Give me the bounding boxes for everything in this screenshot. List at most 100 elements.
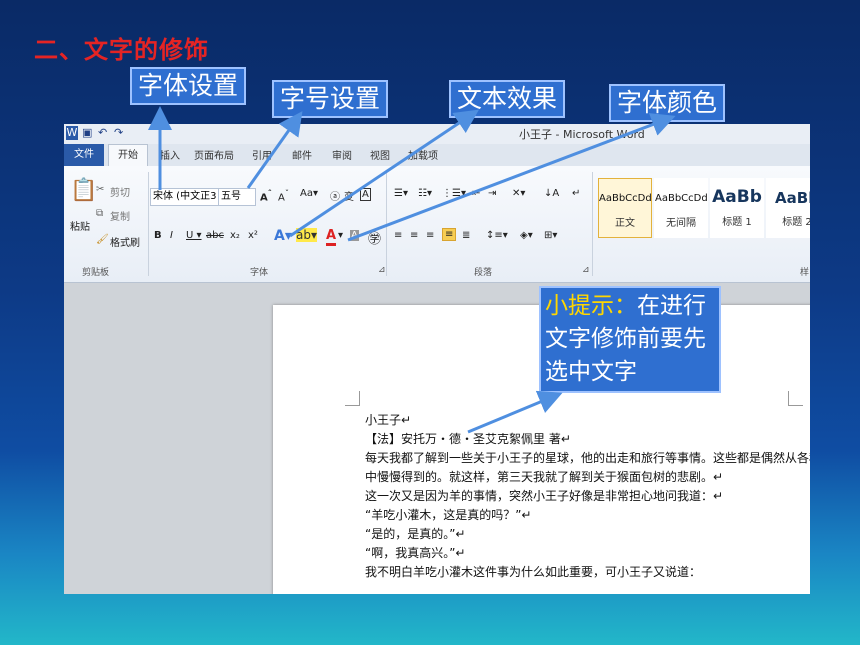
save-icon[interactable]: ▣	[82, 126, 92, 140]
shrink-font-icon[interactable]: Aˇ	[278, 188, 289, 203]
label-font-color: 字体颜色	[609, 84, 726, 122]
highlight-icon[interactable]: ab▾	[296, 228, 317, 242]
label-size-setting: 字号设置	[272, 80, 389, 118]
redo-icon[interactable]: ↷	[114, 126, 123, 140]
style-name: 无间隔	[666, 218, 696, 229]
style-preview: AaBbCcDd	[599, 193, 652, 204]
justify-icon[interactable]: ≡	[442, 228, 457, 241]
font-name-select[interactable]: 宋体 (中文正3	[150, 188, 220, 206]
borders-icon[interactable]: ⊞▾	[544, 230, 557, 241]
bold-icon[interactable]: B	[154, 230, 162, 241]
cut-button[interactable]: 剪切	[110, 184, 130, 199]
label-text-effect: 文本效果	[449, 80, 566, 118]
tab-home[interactable]: 开始	[108, 144, 148, 166]
document-text[interactable]: 小王子↵ 【法】安托万・德・圣艾克絮佩里 著↵ 每天我都了解到一些关于小王子的星…	[365, 411, 810, 582]
style-name: 标题 1	[722, 217, 752, 228]
align-center-icon[interactable]: ≡	[410, 230, 418, 241]
clipboard-group-label: 剪贴板	[82, 268, 110, 278]
doc-line: 【法】安托万・德・圣艾克絮佩里 著↵	[365, 432, 571, 446]
show-marks-icon[interactable]: ↵	[572, 188, 580, 199]
paste-button[interactable]: 粘贴	[70, 218, 90, 233]
cut-icon: ✂	[96, 184, 105, 195]
style-preview: AaBbCcDd	[655, 193, 708, 204]
tab-references[interactable]: 引用	[252, 147, 272, 162]
char-shading-icon[interactable]: A	[350, 230, 359, 241]
doc-line: 中慢慢得到的。就这样，第三天我就了解到关于猴面包树的悲剧。↵	[365, 470, 724, 484]
word-logo-icon: W	[66, 126, 78, 140]
char-border-icon[interactable]: A	[360, 188, 371, 201]
quick-access-toolbar: W ▣ ↶ ↷ 小王子 - Microsoft Word	[64, 124, 810, 144]
shading-icon[interactable]: ◈▾	[520, 230, 533, 241]
separator	[592, 172, 593, 276]
format-painter-button[interactable]: 格式刷	[110, 234, 140, 249]
font-color-dropdown-icon[interactable]: ▾	[338, 230, 343, 241]
margin-mark-icon	[788, 391, 803, 406]
doc-line: 小王子↵	[365, 413, 412, 427]
align-right-icon[interactable]: ≡	[426, 230, 434, 241]
tab-mailings[interactable]: 邮件	[292, 147, 312, 162]
strikethrough-icon[interactable]: abc	[206, 230, 224, 241]
subscript-icon[interactable]: x₂	[230, 230, 240, 241]
slide-title: 二、文字的修饰	[34, 36, 209, 64]
change-case-icon[interactable]: Aa▾	[300, 188, 318, 199]
line-spacing-icon[interactable]: ↕≡▾	[486, 230, 508, 241]
tab-file[interactable]: 文件	[64, 144, 104, 166]
tab-view[interactable]: 视图	[370, 147, 390, 162]
align-left-icon[interactable]: ≡	[394, 230, 402, 241]
doc-line: 这一次又是因为羊的事情，突然小王子好像是非常担心地问我道：↵	[365, 489, 724, 503]
paragraph-dialog-launcher-icon[interactable]: ⊿	[582, 265, 590, 275]
undo-icon[interactable]: ↶	[98, 126, 107, 140]
decrease-indent-icon[interactable]: ⇤	[472, 188, 480, 199]
chinese-layout-icon[interactable]: ✕▾	[512, 188, 525, 199]
tip-box: 小提示：在进行文字修饰前要先选中文字	[539, 286, 721, 393]
font-color-icon[interactable]: A	[326, 228, 337, 246]
underline-icon[interactable]: U ▾	[186, 230, 202, 241]
copy-button[interactable]: 复制	[110, 208, 130, 223]
ribbon: 📋 粘贴 ✂ 剪切 ⧉ 复制 🖌 格式刷 剪贴板 宋体 (中文正3 五号 Aˆ …	[64, 166, 810, 283]
style-normal[interactable]: AaBbCcDd 正文	[598, 178, 652, 238]
style-no-spacing[interactable]: AaBbCcDd 无间隔	[654, 178, 708, 238]
window-title: 小王子 - Microsoft Word	[519, 128, 645, 141]
sort-icon[interactable]: ↓A	[544, 188, 559, 199]
italic-icon[interactable]: I	[170, 230, 173, 241]
format-painter-icon: 🖌	[96, 234, 109, 245]
doc-line: 我不明白羊吃小灌木这件事为什么如此重要，可小王子又说道：	[365, 565, 702, 579]
label-font-setting: 字体设置	[130, 67, 247, 105]
text-effect-icon[interactable]: A▾	[274, 228, 292, 244]
style-name: 正文	[615, 218, 635, 229]
copy-icon: ⧉	[96, 208, 104, 219]
multilevel-list-icon[interactable]: ⋮☰▾	[442, 188, 466, 199]
increase-indent-icon[interactable]: ⇥	[488, 188, 496, 199]
doc-line: “是的，是真的。”↵	[365, 527, 466, 541]
enclosed-char-icon[interactable]: ㊫	[368, 228, 381, 247]
tip-prefix: 小提示：	[545, 293, 637, 319]
separator	[386, 172, 387, 276]
distributed-icon[interactable]: ≣	[462, 230, 470, 241]
clear-format-icon[interactable]: ⓐ	[330, 188, 340, 203]
paragraph-group-label: 段落	[474, 268, 493, 278]
tab-insert[interactable]: 插入	[160, 147, 180, 162]
font-group-label: 字体	[250, 268, 269, 278]
grow-font-icon[interactable]: Aˆ	[260, 188, 272, 203]
style-heading-2[interactable]: AaBb 标题 2	[766, 178, 810, 238]
style-heading-1[interactable]: AaBb 标题 1	[710, 178, 764, 238]
tab-review[interactable]: 审阅	[332, 147, 352, 162]
style-preview: AaBb	[775, 189, 810, 207]
separator	[148, 172, 149, 276]
doc-line: 每天我都了解到一些关于小王子的星球，他的出走和旅行等事情。这些都是偶然从各种反应	[365, 451, 810, 465]
doc-line: “啊，我真高兴。”↵	[365, 546, 466, 560]
superscript-icon[interactable]: x²	[248, 230, 258, 241]
style-name: 标题 2	[782, 217, 810, 228]
ribbon-tabs: 文件 开始 插入 页面布局 引用 邮件 审阅 视图 加载项	[64, 144, 810, 166]
styles-group-label: 样	[800, 268, 810, 278]
margin-mark-icon	[345, 391, 360, 406]
bullets-icon[interactable]: ☰▾	[394, 188, 408, 199]
font-size-select[interactable]: 五号	[218, 188, 256, 206]
numbering-icon[interactable]: ☷▾	[418, 188, 432, 199]
tab-addins[interactable]: 加载项	[408, 147, 438, 162]
font-dialog-launcher-icon[interactable]: ⊿	[378, 265, 386, 275]
paste-icon[interactable]: 📋	[70, 178, 97, 203]
phonetic-icon[interactable]: 变	[344, 188, 354, 203]
tab-page-layout[interactable]: 页面布局	[194, 147, 234, 162]
doc-line: “羊吃小灌木，这是真的吗？”↵	[365, 508, 532, 522]
